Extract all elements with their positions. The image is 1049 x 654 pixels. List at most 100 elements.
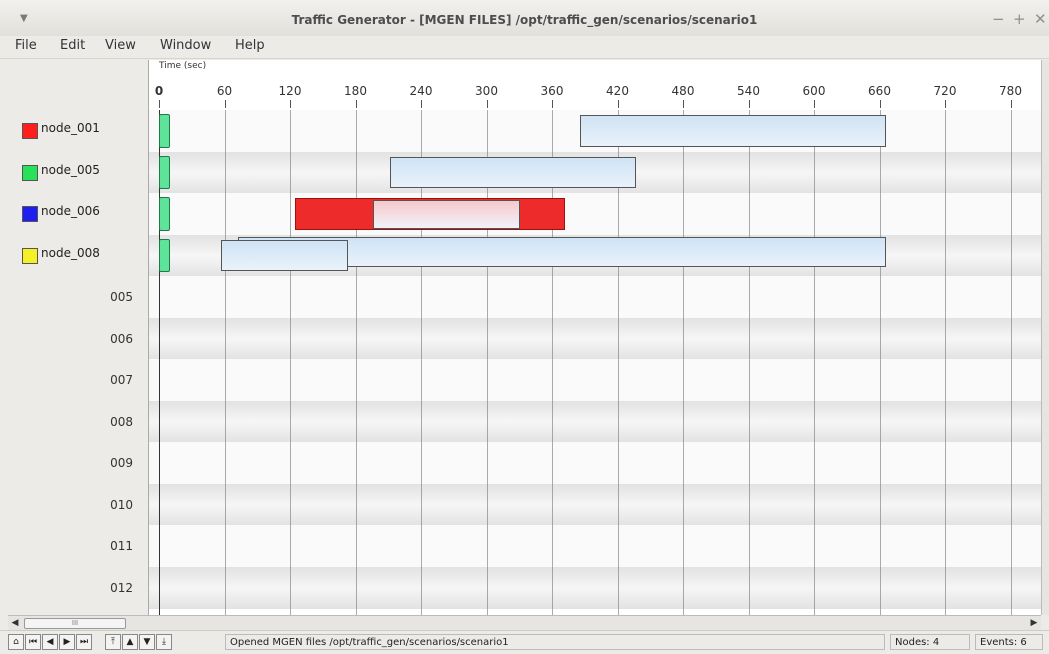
- time-gridline: [290, 110, 291, 615]
- time-tick-mark: [355, 100, 357, 108]
- menu-view[interactable]: View: [105, 38, 136, 53]
- menubar: File Edit View Window Help: [0, 36, 1049, 59]
- node-label: node_005: [41, 162, 100, 177]
- timeline-row: [149, 566, 1042, 609]
- timeline-row: [149, 193, 1042, 235]
- bottom-button[interactable]: ⤓: [156, 634, 172, 650]
- last-button[interactable]: ⏭: [76, 634, 92, 650]
- time-tick-label: 660: [868, 84, 891, 98]
- row-number-label: 007: [110, 373, 133, 387]
- row-number-label: 009: [110, 456, 133, 470]
- event-count: Events: 6: [975, 634, 1043, 650]
- node-color-swatch: [22, 123, 38, 139]
- menu-window[interactable]: Window: [160, 38, 211, 53]
- node-color-swatch: [22, 206, 38, 222]
- time-tick-mark: [486, 100, 488, 108]
- start-marker[interactable]: [159, 238, 170, 272]
- time-gridline: [1010, 110, 1012, 615]
- time-tick-label: 120: [278, 84, 302, 98]
- first-button[interactable]: ⏮: [25, 634, 41, 650]
- horizontal-scrollbar[interactable]: ◀ III ▶: [8, 615, 1041, 630]
- time-tick-mark: [224, 100, 226, 108]
- time-gridline: [683, 110, 684, 615]
- timeline-grid[interactable]: [149, 110, 1042, 615]
- time-tick-mark: [290, 100, 291, 108]
- menu-help[interactable]: Help: [235, 38, 265, 53]
- top-button[interactable]: ⤒: [105, 634, 121, 650]
- time-tick-label: 0: [154, 84, 164, 98]
- window-titlebar: ▼ Traffic Generator - [MGEN FILES] /opt/…: [0, 0, 1049, 37]
- legend-row[interactable]: node_008: [8, 235, 148, 275]
- time-tick-mark: [683, 100, 684, 108]
- up-button[interactable]: ▲: [122, 634, 138, 650]
- down-button[interactable]: ▼: [139, 634, 155, 650]
- time-tick-mark: [552, 100, 553, 108]
- time-tick-mark: [1010, 100, 1012, 108]
- node-label: node_008: [41, 245, 100, 260]
- window-title: Traffic Generator - [MGEN FILES] /opt/tr…: [291, 13, 758, 27]
- timeline-header: Time (sec) 0 60 120 180 240 300 360 420 480 540 60…: [149, 60, 1042, 110]
- time-tick-mark: [945, 100, 946, 108]
- time-tick-mark: [814, 100, 815, 108]
- timeline-row: [149, 400, 1042, 443]
- time-tick-mark: [879, 100, 881, 108]
- legend-row[interactable]: node_006: [8, 193, 148, 233]
- time-tick-label: 300: [475, 84, 498, 98]
- legend-row[interactable]: node_001: [8, 110, 148, 150]
- time-gridline: [945, 110, 946, 615]
- scroll-thumb[interactable]: III: [24, 618, 126, 629]
- time-tick-label: 540: [737, 84, 760, 98]
- time-tick-label: 720: [933, 84, 957, 98]
- time-tick-mark: [159, 100, 160, 108]
- node-label: node_006: [41, 204, 100, 218]
- time-tick-label: 420: [606, 84, 629, 98]
- time-tick-mark: [617, 100, 619, 108]
- toolbar-separator: [93, 634, 105, 650]
- timeline-row: [149, 276, 1042, 318]
- minimize-icon[interactable]: −: [992, 10, 1005, 28]
- home-button[interactable]: ⌂: [8, 634, 24, 650]
- row-number-label: 005: [110, 290, 133, 304]
- start-marker[interactable]: [159, 197, 170, 231]
- time-tick-mark: [421, 100, 422, 108]
- row-number-label: 010: [110, 497, 133, 512]
- time-axis-label: Time (sec): [159, 61, 207, 71]
- time-tick-label: 60: [216, 84, 233, 98]
- menu-edit[interactable]: Edit: [60, 38, 85, 53]
- scroll-right-icon[interactable]: ▶: [1027, 616, 1041, 630]
- time-tick-label: 780: [999, 84, 1022, 98]
- row-number-label: 011: [110, 539, 133, 553]
- event-bar[interactable]: [390, 156, 637, 188]
- timeline-row: [149, 483, 1042, 526]
- time-tick-mark: [748, 100, 750, 108]
- legend-row[interactable]: node_005: [8, 152, 148, 192]
- vertical-scrollbar[interactable]: [1041, 60, 1049, 615]
- time-gridline: [814, 110, 815, 615]
- timeline-row: [149, 359, 1042, 401]
- time-tick-label: 180: [344, 84, 367, 98]
- event-bar[interactable]: [580, 115, 887, 147]
- start-marker[interactable]: [159, 155, 170, 189]
- prev-button[interactable]: ◀: [42, 634, 58, 650]
- node-legend-panel: node_001 node_005 node_006 node_008 005 006 00…: [8, 60, 148, 615]
- navigation-buttons: ⌂ ⏮ ◀ ▶ ⏭ ⤒ ▲ ▼ ⤓: [8, 634, 173, 650]
- time-tick-label: 240: [409, 84, 433, 98]
- time-tick-label: 360: [540, 84, 564, 98]
- scroll-left-icon[interactable]: ◀: [8, 616, 22, 630]
- node-color-swatch: [22, 164, 38, 181]
- next-button[interactable]: ▶: [59, 634, 75, 650]
- event-bar[interactable]: [372, 200, 521, 229]
- time-tick-label: 480: [671, 84, 695, 98]
- timeline-row: [149, 442, 1042, 484]
- timeline-chart[interactable]: Time (sec) 0 60 120 180 240 300 360 420 480 540 60…: [148, 60, 1042, 615]
- event-bar[interactable]: [221, 239, 348, 271]
- time-tick-label: 600: [802, 84, 826, 98]
- row-number-label: 006: [110, 331, 133, 346]
- time-gridline: [879, 110, 881, 615]
- maximize-icon[interactable]: +: [1013, 10, 1026, 28]
- close-icon[interactable]: ✕: [1034, 10, 1047, 28]
- time-gridline: [748, 110, 750, 615]
- menu-file[interactable]: File: [15, 38, 37, 53]
- start-marker[interactable]: [159, 114, 170, 148]
- statusbar: ⌂ ⏮ ◀ ▶ ⏭ ⤒ ▲ ▼ ⤓ Opened MGEN files /opt/traffic…: [0, 630, 1049, 654]
